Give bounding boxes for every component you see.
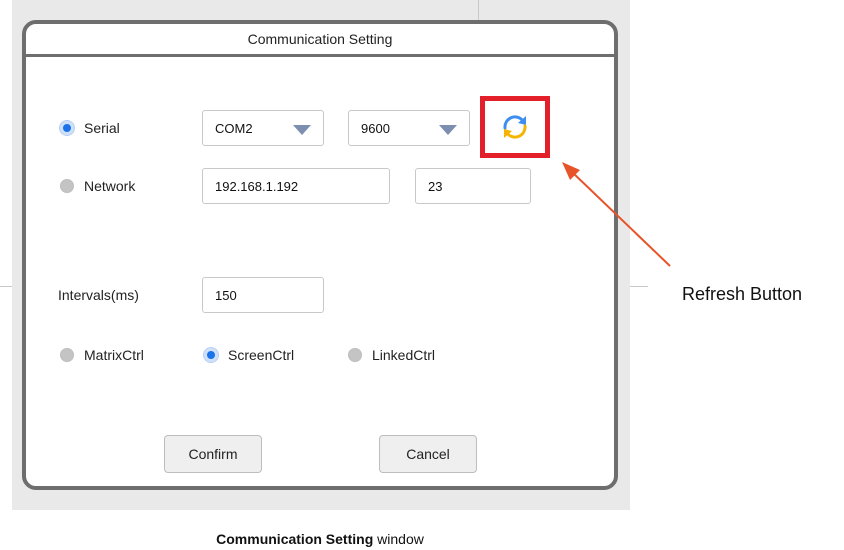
serial-radio[interactable]: Serial (60, 120, 120, 136)
radio-selected-icon (204, 348, 218, 362)
background-divider (0, 286, 12, 287)
chevron-down-icon (439, 125, 457, 135)
cancel-button[interactable]: Cancel (379, 435, 477, 473)
network-radio[interactable]: Network (60, 178, 135, 194)
caption-rest: window (373, 531, 424, 547)
ip-address-input[interactable]: 192.168.1.192 (202, 168, 390, 204)
matrixctrl-label: MatrixCtrl (84, 347, 144, 363)
com-port-value: COM2 (215, 120, 253, 136)
baud-rate-value: 9600 (361, 120, 390, 136)
dialog-title: Communication Setting (26, 24, 614, 57)
background-divider (478, 0, 479, 22)
intervals-input[interactable]: 150 (202, 277, 324, 313)
refresh-button[interactable] (480, 96, 550, 158)
annotation-label: Refresh Button (682, 284, 803, 304)
radio-unselected-icon (60, 348, 74, 362)
caption-bold: Communication Setting (216, 531, 374, 547)
ip-address-value: 192.168.1.192 (215, 178, 299, 194)
confirm-button[interactable]: Confirm (164, 435, 262, 473)
network-label: Network (84, 178, 136, 194)
chevron-down-icon (293, 125, 311, 135)
screenctrl-radio[interactable]: ScreenCtrl (204, 347, 294, 363)
radio-unselected-icon (60, 179, 74, 193)
figure-caption: Communication Setting window (0, 531, 640, 547)
linkedctrl-label: LinkedCtrl (372, 347, 436, 363)
serial-label: Serial (84, 120, 120, 136)
intervals-label: Intervals(ms) (58, 287, 139, 303)
intervals-value: 150 (215, 287, 237, 303)
communication-setting-dialog: Communication Setting (22, 20, 618, 490)
network-port-value: 23 (428, 178, 443, 194)
screenctrl-label: ScreenCtrl (228, 347, 295, 363)
matrixctrl-radio[interactable]: MatrixCtrl (60, 347, 144, 363)
radio-selected-icon (60, 121, 74, 135)
com-port-select[interactable]: COM2 (202, 110, 324, 146)
linkedctrl-radio[interactable]: LinkedCtrl (348, 347, 435, 363)
radio-unselected-icon (348, 348, 362, 362)
baud-rate-select[interactable]: 9600 (348, 110, 470, 146)
background-divider (630, 286, 648, 287)
refresh-icon (503, 115, 527, 139)
network-port-input[interactable]: 23 (415, 168, 531, 204)
